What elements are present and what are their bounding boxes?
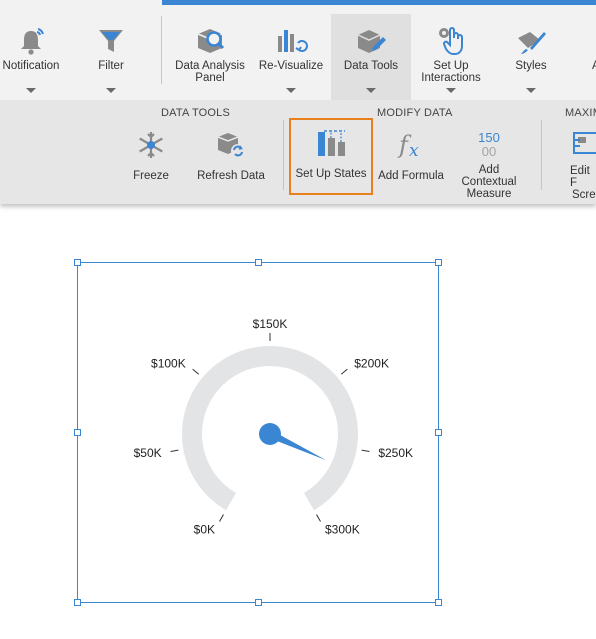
set-up-states-label: Set Up States xyxy=(295,168,367,180)
chevron-down-icon xyxy=(106,88,116,93)
resize-handle-top[interactable] xyxy=(255,259,262,266)
gauge-tick-label: $250K xyxy=(378,446,413,460)
gauge-tick-mark xyxy=(170,449,179,453)
svg-text:x: x xyxy=(409,141,419,161)
group-title-maximize: MAXIM xyxy=(565,107,596,119)
data-analysis-icon xyxy=(197,29,225,53)
refresh-data-label: Refresh Data xyxy=(197,170,265,182)
gauge-tick-mark xyxy=(340,368,348,375)
notification-button[interactable]: Notification xyxy=(0,8,62,100)
edit-full-screen-label-line1: Edit F xyxy=(570,165,590,189)
more-toolbar-label: A xyxy=(592,60,596,72)
refresh-data-icon xyxy=(217,133,245,158)
data-analysis-panel-button[interactable]: Data Analysis Panel xyxy=(170,8,250,100)
notification-label: Notification xyxy=(2,60,60,72)
re-visualize-label: Re-Visualize xyxy=(258,60,324,72)
set-up-states-icon xyxy=(318,130,345,156)
more-toolbar-button[interactable]: A xyxy=(582,8,596,100)
set-up-interactions-label: Set Up Interactions xyxy=(421,60,481,84)
data-analysis-panel-label: Data Analysis Panel xyxy=(175,60,245,84)
freeze-button[interactable]: Freeze xyxy=(122,120,180,198)
resize-handle-bottom-right[interactable] xyxy=(435,599,442,606)
resize-handle-left[interactable] xyxy=(74,429,81,436)
filter-label: Filter xyxy=(98,60,124,72)
gauge-tick-mark xyxy=(192,368,200,375)
gauge-widget[interactable]: $0K $50K $100K $150K $200K $250K $300K xyxy=(74,259,442,606)
gauge-tick-label: $100K xyxy=(151,356,186,370)
refresh-data-button[interactable]: Refresh Data xyxy=(196,120,266,198)
ribbon-panel: DATA TOOLS MODIFY DATA MAXIM Freeze Refr… xyxy=(0,100,596,204)
group-title-data-tools: DATA TOOLS xyxy=(161,107,231,119)
styles-button[interactable]: Styles xyxy=(498,8,564,100)
gauge-tick-label: $50K xyxy=(134,446,162,460)
bell-icon xyxy=(21,28,44,55)
gauge-tick-label: $150K xyxy=(253,317,288,331)
gauge-tick-label: $200K xyxy=(354,356,389,370)
resize-handle-bottom[interactable] xyxy=(255,599,262,606)
add-contextual-measure-button[interactable]: 150 00 Add Contextual Measure xyxy=(456,120,522,200)
gauge-tick-mark xyxy=(361,449,370,453)
snowflake-icon xyxy=(139,132,163,158)
edit-full-screen-label: Edit F Scre xyxy=(570,165,596,198)
svg-text:00: 00 xyxy=(482,144,496,159)
toolbar-accent-strip xyxy=(162,0,596,5)
re-visualize-button[interactable]: Re-Visualize xyxy=(256,8,326,100)
chevron-down-icon xyxy=(526,88,536,93)
edit-full-screen-button[interactable]: Edit F Scre xyxy=(562,120,596,198)
add-formula-label: Add Formula xyxy=(378,170,444,182)
chevron-down-icon xyxy=(446,88,456,93)
full-screen-icon xyxy=(573,132,596,154)
resize-handle-top-left[interactable] xyxy=(74,259,81,266)
toolbar-separator xyxy=(161,16,162,84)
data-tools-icon xyxy=(357,30,386,53)
resize-handle-right[interactable] xyxy=(435,429,442,436)
ribbon-separator xyxy=(283,120,284,190)
styles-label: Styles xyxy=(515,60,547,72)
add-contextual-measure-label: Add Contextual Measure xyxy=(461,164,517,200)
data-tools-label: Data Tools xyxy=(343,60,399,72)
gauge-needle xyxy=(259,423,327,461)
gauge-tick-label: $0K xyxy=(194,522,215,536)
gauge-chart: $0K $50K $100K $150K $200K $250K $300K xyxy=(134,317,413,536)
filter-button[interactable]: Filter xyxy=(82,8,140,100)
group-title-modify-data: MODIFY DATA xyxy=(377,107,453,119)
interactions-hand-icon xyxy=(439,27,463,55)
styles-paint-icon xyxy=(518,32,546,54)
gauge-tick-mark xyxy=(219,514,224,522)
data-tools-tab[interactable]: Data Tools xyxy=(331,14,411,100)
chevron-down-icon xyxy=(26,88,36,93)
resize-handle-top-right[interactable] xyxy=(435,259,442,266)
set-up-interactions-button[interactable]: Set Up Interactions xyxy=(415,8,487,100)
gauge-needle-hub xyxy=(259,423,281,445)
add-formula-button[interactable]: f x Add Formula xyxy=(376,120,446,198)
revisualize-icon xyxy=(278,30,308,52)
filter-icon xyxy=(99,30,123,52)
freeze-label: Freeze xyxy=(133,170,169,182)
gauge-tick-mark xyxy=(316,514,321,522)
set-up-states-button[interactable]: Set Up States xyxy=(289,118,373,195)
resize-handle-bottom-left[interactable] xyxy=(74,599,81,606)
formula-fx-icon: f x xyxy=(397,131,419,161)
ribbon-separator xyxy=(541,120,542,190)
main-toolbar: Notification Filter Data Analysis Panel … xyxy=(0,0,596,100)
chevron-down-icon xyxy=(286,88,296,93)
chevron-down-icon xyxy=(366,88,376,93)
edit-full-screen-label-line2: Scre xyxy=(572,189,596,198)
gauge-tick-label: $300K xyxy=(325,522,360,536)
contextual-measure-icon: 150 00 xyxy=(478,130,500,159)
svg-text:150: 150 xyxy=(478,130,500,145)
